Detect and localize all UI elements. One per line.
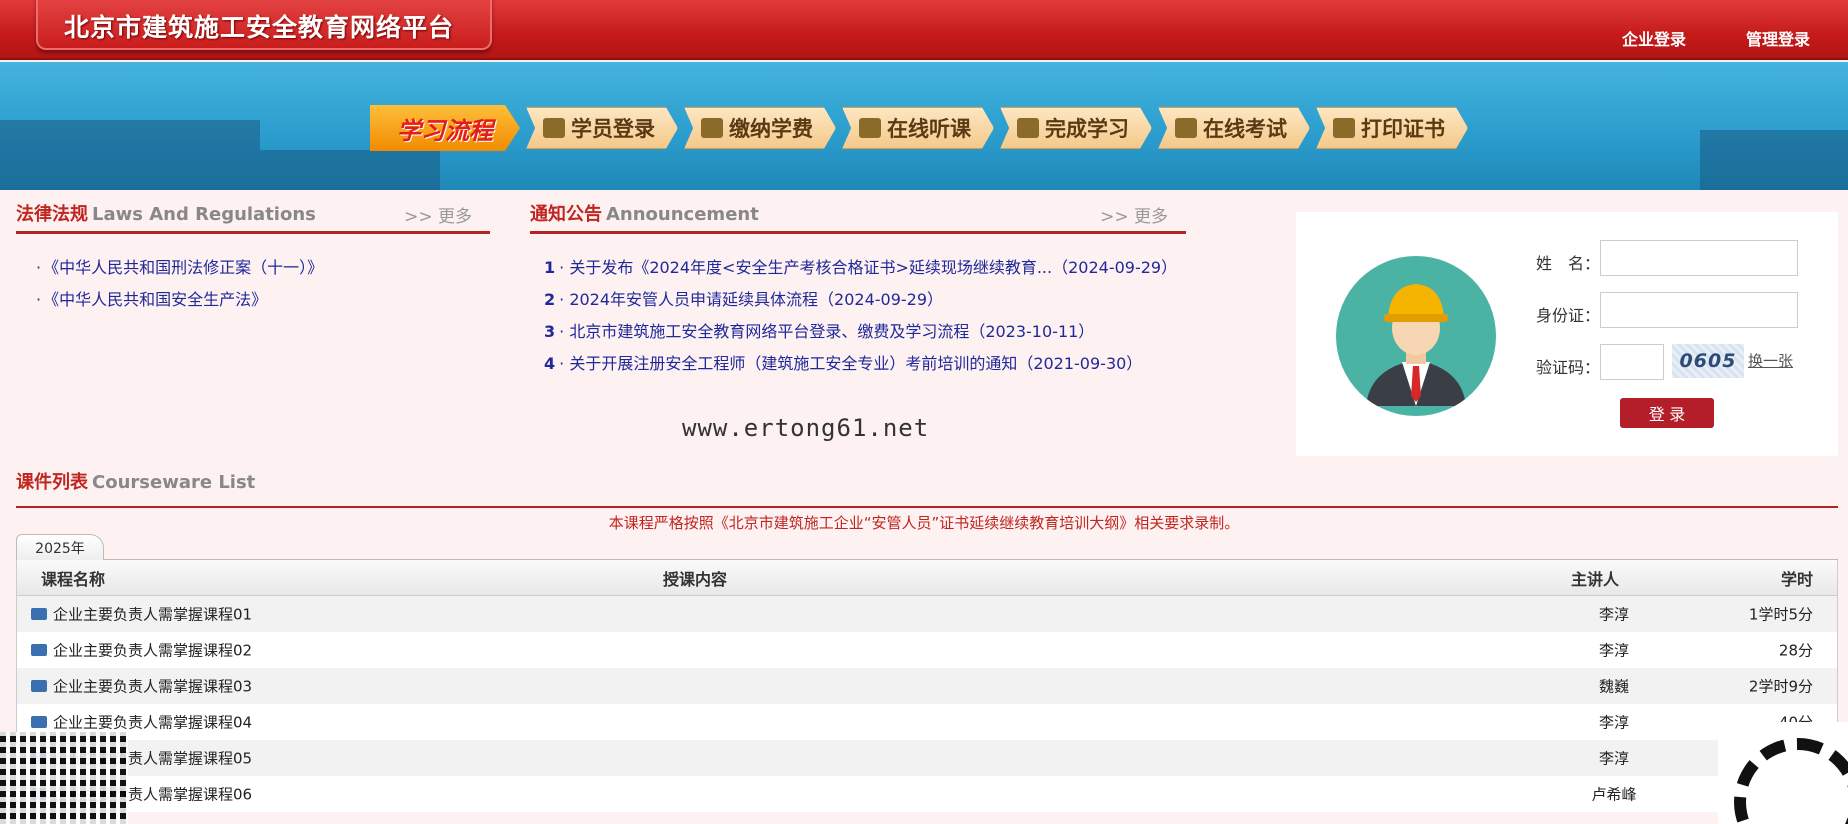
name-label: 姓 名： [1536, 254, 1601, 273]
courses-title-en: Courseware List [92, 472, 256, 493]
table-row[interactable]: 企业主要负责人需掌握课程02 李淳 28分 [17, 632, 1837, 668]
top-header: 北京市建筑施工安全教育网络平台 企业登录 管理登录 [0, 0, 1848, 60]
city-silhouette [1700, 130, 1848, 190]
step-print-certificate[interactable]: 打印证书 [1316, 107, 1468, 149]
id-label: 身份证： [1536, 306, 1601, 325]
law-item[interactable]: 《中华人民共和国刑法修正案（十一）》 [36, 254, 323, 286]
notice-item[interactable]: 1 · 关于发布《2024年度<安全生产考核合格证书>延续现场继续教育...（20… [544, 254, 1177, 286]
book-icon [31, 644, 47, 656]
tab-2025[interactable]: 2025年 [16, 534, 104, 560]
col-hours: 学时 [1780, 569, 1813, 589]
notices-title-cn: 通知公告 [530, 204, 602, 225]
table-header: 课程名称 授课内容 主讲人 学时 [17, 560, 1837, 596]
captcha-input[interactable] [1600, 344, 1664, 380]
refresh-captcha-link[interactable]: 换一张 [1748, 350, 1793, 371]
learning-flow: 学习流程 学员登录 缴纳学费 在线听课 完成学习 在线考试 打印证书 [370, 105, 1468, 151]
login-button[interactable]: 登 录 [1620, 398, 1714, 428]
watermark-text: www.ertong61.net [682, 414, 930, 442]
users-icon [543, 118, 565, 138]
notice-item[interactable]: 4 · 关于开展注册安全工程师（建筑施工安全专业）考前培训的通知（2021-09-… [544, 350, 1177, 382]
course-table: 课程名称 授课内容 主讲人 学时 企业主要负责人需掌握课程01 李淳 1学时5分 企… [16, 560, 1838, 812]
laws-list: 《中华人民共和国刑法修正案（十一）》 《中华人民共和国安全生产法》 [36, 254, 323, 318]
step-complete[interactable]: 完成学习 [1000, 107, 1152, 149]
site-title: 北京市建筑施工安全教育网络平台 [64, 13, 455, 42]
notices-list: 1 · 关于发布《2024年度<安全生产考核合格证书>延续现场继续教育...（20… [544, 254, 1177, 382]
login-panel: 姓 名： 身份证： 验证码： 0605 换一张 登 录 [1296, 212, 1838, 456]
year-tabs: 2025年 [16, 534, 1838, 560]
notices-more-link[interactable]: >> 更多 [1100, 202, 1168, 227]
notices-header: 通知公告 Announcement >> 更多 [530, 200, 1186, 234]
step-online-class[interactable]: 在线听课 [842, 107, 994, 149]
courses-header: 课件列表 Courseware List [16, 468, 1838, 508]
admin-login-link[interactable]: 管理登录 [1746, 26, 1810, 50]
name-input[interactable] [1600, 240, 1798, 276]
table-row[interactable]: 企业主要负责人需掌握课程05 李淳 [17, 740, 1837, 776]
laws-header: 法律法规 Laws And Regulations >> 更多 [16, 200, 490, 234]
book-icon [1017, 118, 1039, 138]
mini-program-code-icon[interactable] [1718, 722, 1848, 824]
book-icon [31, 716, 47, 728]
qr-code-icon[interactable] [0, 732, 128, 824]
notices-title-en: Announcement [606, 204, 759, 225]
law-item[interactable]: 《中华人民共和国安全生产法》 [36, 286, 323, 318]
course-notice: 本课程严格按照《北京市建筑施工企业“安管人员”证书延续继续教育培训大纲》相关要求… [608, 514, 1240, 532]
banner: 学习流程 学员登录 缴纳学费 在线听课 完成学习 在线考试 打印证书 [0, 62, 1848, 190]
notice-item[interactable]: 3 · 北京市建筑施工安全教育网络平台登录、缴费及学习流程（2023-10-11） [544, 318, 1177, 350]
notice-item[interactable]: 2 · 2024年安管人员申请延续具体流程（2024-09-29） [544, 286, 1177, 318]
laws-title-en: Laws And Regulations [92, 204, 316, 225]
printer-icon [1333, 118, 1355, 138]
flow-title: 学习流程 [370, 105, 520, 151]
book-icon [31, 608, 47, 620]
step-online-exam[interactable]: 在线考试 [1158, 107, 1310, 149]
city-silhouette [260, 150, 440, 190]
table-row[interactable]: 企业主要负责人需掌握课程04李淳40分 [17, 704, 1837, 740]
laws-title-cn: 法律法规 [16, 204, 88, 225]
table-row[interactable]: 企业主要负责人需掌握课程01 李淳 1学时5分 [17, 596, 1837, 632]
coins-icon [701, 118, 723, 138]
company-login-link[interactable]: 企业登录 [1622, 26, 1686, 50]
laws-more-link[interactable]: >> 更多 [404, 202, 472, 227]
col-content: 授课内容 [663, 569, 728, 589]
step-pay-fee[interactable]: 缴纳学费 [684, 107, 836, 149]
captcha-image[interactable]: 0605 [1672, 344, 1744, 378]
table-row[interactable]: 企业主要负责人需掌握课程06 卢希峰 [17, 776, 1837, 812]
courses-title-cn: 课件列表 [16, 472, 88, 493]
book-icon [31, 680, 47, 692]
table-body: 企业主要负责人需掌握课程01 李淳 1学时5分 企业主要负责人需掌握课程02 李淳 28… [17, 596, 1837, 812]
step-student-login[interactable]: 学员登录 [526, 107, 678, 149]
worker-avatar-icon [1336, 256, 1496, 416]
col-teacher: 主讲人 [1571, 569, 1620, 589]
captcha-label: 验证码： [1536, 358, 1601, 377]
col-name: 课程名称 [41, 569, 106, 589]
exam-icon [1175, 118, 1197, 138]
table-row[interactable]: 企业主要负责人需掌握课程03 魏巍 2学时9分 [17, 668, 1837, 704]
city-silhouette [0, 120, 260, 190]
id-input[interactable] [1600, 292, 1798, 328]
headphones-icon [859, 118, 881, 138]
